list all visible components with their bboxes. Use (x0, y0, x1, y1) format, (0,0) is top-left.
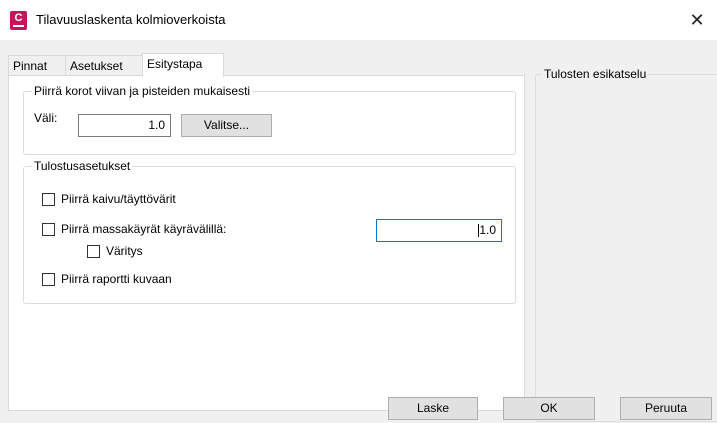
title-bar: C Tilavuuslaskenta kolmioverkoista ✕ (0, 0, 717, 40)
results-preview-group: Tulosten esikatselu (535, 67, 717, 422)
tab-panel-esitystapa: Piirrä korot viivan ja pisteiden mukaise… (8, 75, 525, 411)
select-button[interactable]: Valitse... (181, 114, 272, 137)
grid-options-legend: Piirrä korot viivan ja pisteiden mukaise… (32, 84, 253, 98)
output-settings-legend: Tulostusasetukset (32, 159, 133, 173)
civil-app-icon: C (10, 11, 27, 30)
ok-button[interactable]: OK (503, 397, 595, 420)
draw-report-checkbox[interactable] (42, 273, 55, 286)
cancel-button[interactable]: Peruuta (620, 397, 712, 420)
interval-input[interactable]: 1.0 (78, 114, 171, 137)
results-preview-legend: Tulosten esikatselu (542, 67, 649, 81)
grid-options-group: Piirrä korot viivan ja pisteiden mukaise… (23, 84, 516, 155)
contour-interval-input[interactable]: 1.0 (376, 219, 502, 242)
app-icon-letter: C (14, 12, 23, 24)
draw-cut-fill-colors-checkbox[interactable] (42, 193, 55, 206)
output-settings-group: Tulostusasetukset Piirrä kaivu/täyttövär… (23, 159, 516, 304)
draw-cut-fill-colors-label: Piirrä kaivu/täyttövärit (61, 192, 176, 206)
tab-asetukset[interactable]: Asetukset (65, 55, 143, 76)
draw-mass-curves-label: Piirrä massakäyrät käyrävälillä: (61, 222, 227, 236)
coloring-label: Väritys (106, 244, 143, 258)
coloring-checkbox[interactable] (87, 245, 100, 258)
draw-report-label: Piirrä raportti kuvaan (61, 272, 172, 286)
calculate-button[interactable]: Laske (388, 397, 478, 420)
window-title: Tilavuuslaskenta kolmioverkoista (36, 12, 226, 27)
close-icon[interactable]: ✕ (677, 0, 717, 40)
tab-pinnat[interactable]: Pinnat (8, 55, 66, 76)
tab-esitystapa[interactable]: Esitystapa (142, 53, 224, 77)
contour-interval-value: 1.0 (479, 223, 496, 237)
dialog-body: Pinnat Asetukset Esitystapa Piirrä korot… (0, 40, 717, 423)
interval-label: Väli: (34, 111, 58, 125)
draw-mass-curves-checkbox[interactable] (42, 223, 55, 236)
